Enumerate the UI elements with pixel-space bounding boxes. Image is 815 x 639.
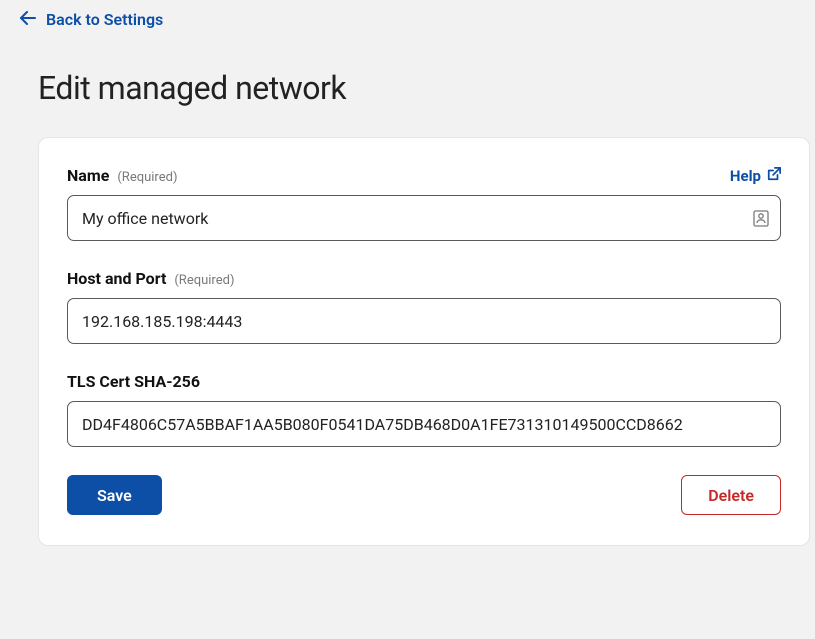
name-label: Name (Required) xyxy=(67,166,177,185)
field-hostport-group: Host and Port (Required) xyxy=(67,269,781,344)
back-link-label: Back to Settings xyxy=(46,10,163,29)
hostport-input[interactable] xyxy=(67,298,781,344)
tlscert-label: TLS Cert SHA-256 xyxy=(67,372,200,391)
help-link[interactable]: Help xyxy=(730,167,781,185)
contact-card-icon xyxy=(753,209,769,227)
tlscert-input[interactable] xyxy=(67,401,781,447)
hostport-label-text: Host and Port xyxy=(67,269,166,288)
name-label-text: Name xyxy=(67,166,109,185)
field-tlscert-group: TLS Cert SHA-256 xyxy=(67,372,781,447)
back-to-settings-link[interactable]: Back to Settings xyxy=(0,0,183,39)
arrow-left-icon xyxy=(20,10,36,29)
field-name-group: Name (Required) Help xyxy=(67,166,781,241)
hostport-label: Host and Port (Required) xyxy=(67,269,234,288)
external-link-icon xyxy=(767,167,781,185)
button-row: Save Delete xyxy=(67,475,781,515)
help-link-label: Help xyxy=(730,167,761,185)
hostport-required-text: (Required) xyxy=(174,273,234,288)
form-card: Name (Required) Help xyxy=(38,137,810,546)
save-button[interactable]: Save xyxy=(67,475,162,515)
page-title: Edit managed network xyxy=(38,69,815,107)
tlscert-label-text: TLS Cert SHA-256 xyxy=(67,372,200,391)
name-input[interactable] xyxy=(67,195,781,241)
name-required-text: (Required) xyxy=(117,170,177,185)
delete-button[interactable]: Delete xyxy=(681,475,781,515)
